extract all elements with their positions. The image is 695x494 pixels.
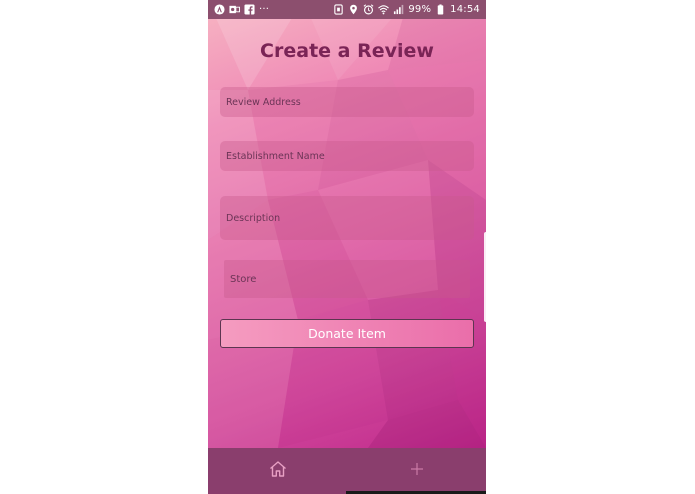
donate-item-label: Donate Item: [308, 326, 386, 341]
nav-add-button[interactable]: [347, 448, 486, 494]
status-bar: ··· 99% 14:54: [208, 0, 486, 19]
battery-level: 99%: [408, 4, 432, 15]
page-title: Create a Review: [260, 40, 434, 62]
description-placeholder: Description: [226, 212, 281, 224]
donate-item-button[interactable]: Donate Item: [220, 319, 474, 348]
wifi-icon: [378, 4, 390, 15]
nav-home-button[interactable]: [208, 448, 347, 494]
app-screen: ··· 99% 14:54 Create a Review Review Add…: [208, 0, 486, 494]
bottom-nav: [208, 448, 486, 494]
store-selector[interactable]: Store: [224, 260, 470, 298]
nfc-icon: [333, 4, 344, 15]
establishment-name-placeholder: Establishment Name: [226, 150, 325, 162]
more-icon: ···: [259, 4, 270, 15]
review-address-placeholder: Review Address: [226, 96, 301, 108]
location-icon: [348, 4, 359, 15]
description-input[interactable]: Description: [220, 196, 474, 240]
android-auto-icon: [214, 4, 225, 15]
review-address-input[interactable]: Review Address: [220, 87, 474, 117]
store-placeholder: Store: [230, 273, 257, 285]
signal-icon: [393, 4, 404, 15]
scroll-indicator: [484, 232, 488, 322]
outlook-icon: [229, 4, 240, 15]
background-pattern: [208, 0, 486, 448]
facebook-icon: [244, 4, 255, 15]
home-icon: [268, 459, 288, 483]
establishment-name-input[interactable]: Establishment Name: [220, 141, 474, 171]
clock: 14:54: [450, 4, 480, 15]
battery-icon: [435, 4, 446, 15]
plus-icon: [407, 459, 427, 483]
alarm-icon: [363, 4, 374, 15]
